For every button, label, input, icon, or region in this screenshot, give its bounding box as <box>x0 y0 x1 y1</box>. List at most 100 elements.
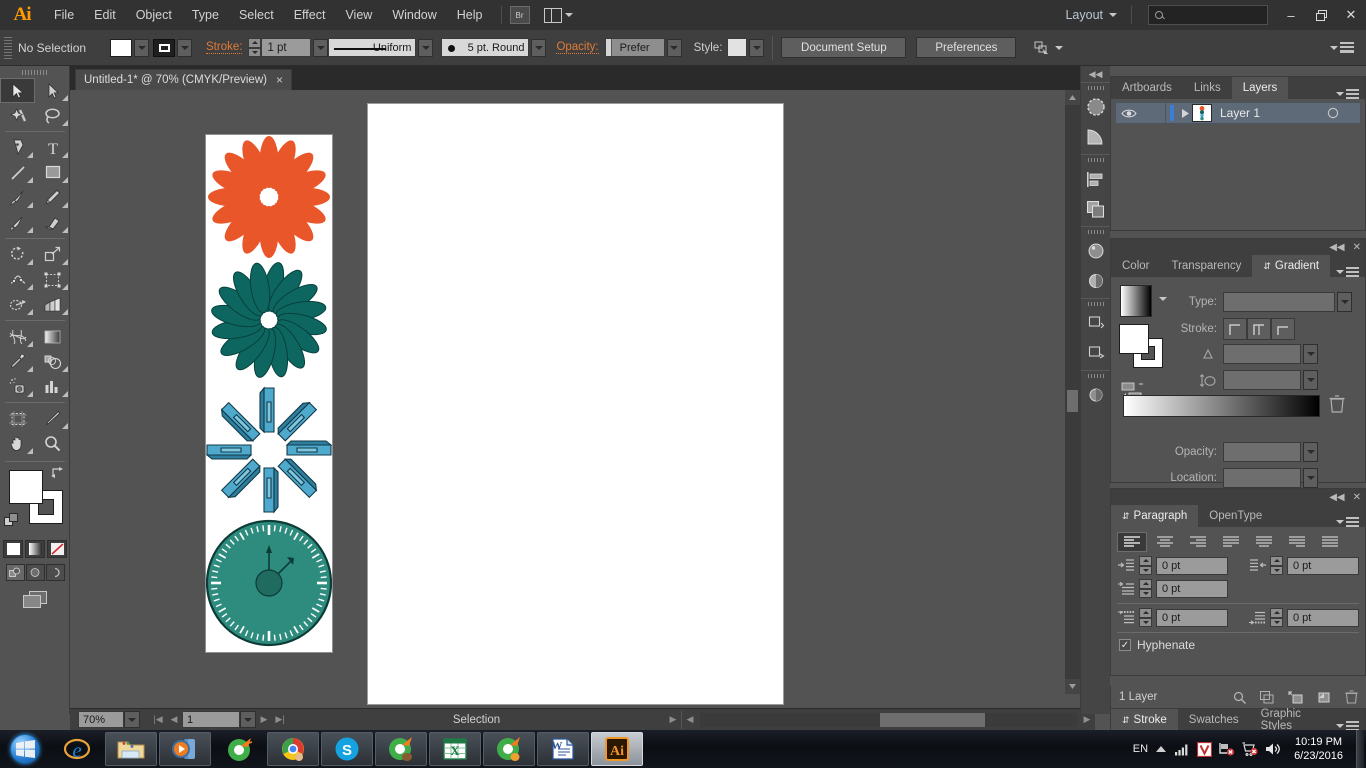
paintbrush-tool[interactable] <box>0 185 35 210</box>
transparency-panel-icon[interactable] <box>1081 266 1111 296</box>
layer-lock-toggle[interactable] <box>1142 103 1166 123</box>
close-button[interactable]: ✕ <box>1336 1 1366 30</box>
tab-gradient[interactable]: ⇵ Gradient <box>1252 255 1331 277</box>
layer-visibility-icon[interactable] <box>1116 108 1142 119</box>
brush-dropdown-icon[interactable] <box>531 38 547 57</box>
tab-artboards[interactable]: Artboards <box>1111 77 1183 99</box>
artboard-tool[interactable] <box>0 406 35 431</box>
opacity-dropdown-icon[interactable] <box>666 38 682 57</box>
right-indent-stepper[interactable] <box>1270 556 1283 575</box>
scroll-thumb[interactable] <box>1067 390 1078 412</box>
stroke-gradient-within-button[interactable] <box>1223 318 1247 340</box>
taskbar-download-manager-3[interactable] <box>483 732 535 766</box>
preferences-button[interactable]: Preferences <box>916 37 1017 58</box>
free-transform-tool[interactable] <box>35 267 70 292</box>
taskbar-file-explorer[interactable] <box>105 732 157 766</box>
opacity-label[interactable]: Opacity: <box>556 41 599 54</box>
stroke-weight-input[interactable]: 1 pt <box>261 38 312 57</box>
gradient-angle-dropdown-icon[interactable] <box>1303 344 1318 364</box>
fill-swatch[interactable] <box>110 38 132 57</box>
stroke-swatch-group[interactable] <box>153 38 192 57</box>
perspective-grid-tool[interactable] <box>35 292 70 317</box>
stroke-gradient-along-button[interactable] <box>1247 318 1271 340</box>
gradient-tool[interactable] <box>35 324 70 349</box>
draw-behind-button[interactable] <box>25 564 45 581</box>
show-desktop-button[interactable] <box>1356 730 1364 768</box>
pencil-tool[interactable] <box>35 185 70 210</box>
gradient-opacity-dropdown-icon[interactable] <box>1303 442 1318 462</box>
volume-icon[interactable] <box>1265 742 1281 756</box>
tab-swatches[interactable]: Swatches <box>1177 709 1250 731</box>
status-menu-icon[interactable]: ▶ <box>665 710 681 730</box>
artboard-dropdown-icon[interactable] <box>240 711 256 728</box>
menu-edit[interactable]: Edit <box>84 0 126 30</box>
color-mode-button[interactable] <box>3 540 23 558</box>
draw-inside-button[interactable] <box>45 564 65 581</box>
create-sublayer-icon[interactable] <box>1288 690 1303 704</box>
left-indent-input[interactable]: 0 pt <box>1156 556 1228 575</box>
create-new-layer-icon[interactable] <box>1317 691 1331 704</box>
justify-last-right-button[interactable] <box>1282 532 1312 552</box>
screen-mode-button[interactable] <box>0 589 69 609</box>
make-clipping-mask-icon[interactable] <box>1260 690 1274 704</box>
artboards-panel-icon[interactable] <box>1081 308 1111 338</box>
collapse-icon[interactable]: ◀◀ <box>1329 492 1344 503</box>
zoom-tool[interactable] <box>35 431 70 456</box>
close-icon[interactable]: × <box>276 73 283 87</box>
color-panel-icon[interactable] <box>1081 236 1111 266</box>
next-artboard-button[interactable]: ▶ <box>256 710 272 730</box>
menu-window[interactable]: Window <box>382 0 446 30</box>
justify-all-button[interactable] <box>1315 532 1345 552</box>
gradient-location-input[interactable] <box>1223 468 1301 488</box>
type-tool[interactable]: T <box>35 135 70 160</box>
justify-last-center-button[interactable] <box>1249 532 1279 552</box>
taskbar-excel[interactable]: X <box>429 732 481 766</box>
hyphenate-row[interactable]: ✓ Hyphenate <box>1111 633 1365 657</box>
pathfinder-panel-icon[interactable] <box>1081 194 1111 224</box>
taskbar-illustrator[interactable]: Ai <box>591 732 643 766</box>
menu-object[interactable]: Object <box>126 0 182 30</box>
default-fill-stroke-icon[interactable] <box>4 513 19 528</box>
artboard[interactable] <box>367 103 784 705</box>
table-row[interactable]: Layer 1 <box>1115 102 1361 124</box>
close-icon[interactable]: ✕ <box>1353 242 1361 253</box>
collapse-icon[interactable]: ◀◀ <box>1329 242 1344 253</box>
layer-name[interactable]: Layer 1 <box>1212 106 1316 120</box>
taskbar-download-manager[interactable] <box>213 732 265 766</box>
space-after-stepper[interactable] <box>1270 608 1283 627</box>
status-text[interactable]: Selection <box>288 714 665 726</box>
zoom-level-input[interactable]: 70% <box>78 711 124 728</box>
artwork-group[interactable] <box>205 134 333 653</box>
language-indicator[interactable]: EN <box>1133 743 1148 755</box>
line-segment-tool[interactable] <box>0 160 35 185</box>
tools-panel-grip[interactable] <box>0 66 69 78</box>
select-similar-group[interactable] <box>1034 41 1064 55</box>
gradient-type-dropdown-icon[interactable] <box>1337 292 1352 312</box>
canvas-area[interactable] <box>70 90 1095 714</box>
gradient-panel-menu-icon[interactable] <box>1333 267 1365 277</box>
brushes-panel-icon[interactable] <box>1081 92 1111 122</box>
space-after-input[interactable]: 0 pt <box>1287 608 1359 627</box>
fill-swatch-group[interactable] <box>110 38 149 57</box>
stroke-weight-stepper[interactable] <box>248 38 262 57</box>
symbols-panel-icon[interactable] <box>1081 122 1111 152</box>
mesh-tool[interactable] <box>0 324 35 349</box>
brush-definition-select[interactable]: 5 pt. Round <box>441 38 530 57</box>
menu-help[interactable]: Help <box>447 0 493 30</box>
search-input[interactable] <box>1148 5 1268 25</box>
gradient-fill-box[interactable] <box>1119 324 1149 354</box>
pen-tool[interactable] <box>0 135 35 160</box>
style-dropdown-icon[interactable] <box>749 38 765 57</box>
none-mode-button[interactable] <box>47 540 67 558</box>
antivirus-icon[interactable] <box>1197 741 1213 757</box>
direct-selection-tool[interactable] <box>35 78 70 103</box>
show-hidden-icons-icon[interactable] <box>1155 744 1167 754</box>
hscroll-thumb[interactable] <box>880 712 985 727</box>
slice-tool[interactable] <box>35 406 70 431</box>
menu-file[interactable]: File <box>44 0 84 30</box>
first-line-indent-stepper[interactable] <box>1139 579 1152 598</box>
stroke-gradient-across-button[interactable] <box>1271 318 1295 340</box>
tab-opentype[interactable]: OpenType <box>1198 505 1274 527</box>
control-panel-menu-icon[interactable] <box>1327 42 1360 53</box>
shape-builder-tool[interactable] <box>0 292 35 317</box>
